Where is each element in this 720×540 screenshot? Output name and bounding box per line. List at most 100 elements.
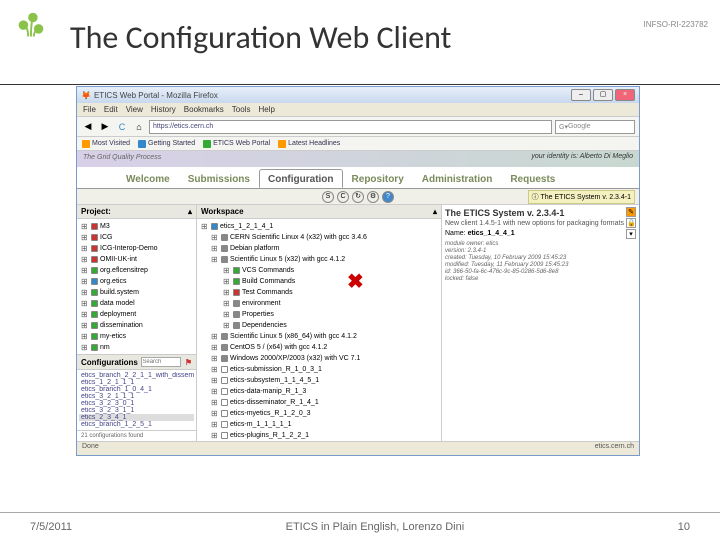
project-item[interactable]: ⊞dissemination (79, 320, 194, 331)
tab-administration[interactable]: Administration (413, 169, 502, 188)
workspace-item[interactable]: ⊞Debian platform (199, 243, 439, 254)
workspace-item[interactable]: ⊞Windows 2000/XP/2003 (x32) with VC 7.1 (199, 353, 439, 364)
logo (12, 8, 50, 46)
home-icon[interactable]: ⌂ (132, 120, 146, 134)
tool-c-icon[interactable]: C (337, 191, 349, 203)
workspace-item[interactable]: ⊞etics-plugins_R_1_2_2_1 (199, 430, 439, 441)
project-item[interactable]: ⊞build.system (79, 287, 194, 298)
workspace-item[interactable]: ⊞Dependencies (199, 320, 439, 331)
bookmark-headlines[interactable]: Latest Headlines (278, 140, 340, 148)
slide-date: 7/5/2011 (30, 521, 72, 533)
project-item[interactable]: ⊞M3 (79, 221, 194, 232)
bookmark-most-visited[interactable]: Most Visited (82, 140, 130, 148)
edit-icon[interactable]: ✎ (626, 207, 636, 217)
window-title: ETICS Web Portal - Mozilla Firefox (94, 91, 218, 100)
detail-meta-row: locked: false (445, 276, 636, 282)
detail-subtitle: New client 1.4.5-1 with new options for … (445, 220, 636, 227)
tab-configuration[interactable]: Configuration (259, 169, 343, 188)
config-item[interactable]: etics_2_3_4_1 (79, 414, 194, 421)
reload-icon[interactable]: C (115, 120, 129, 134)
project-item[interactable]: ⊞ICG-Interop-Demo (79, 243, 194, 254)
maximize-button[interactable]: ▢ (593, 89, 613, 101)
status-right: etics.cern.ch (595, 443, 634, 454)
workspace-item[interactable]: ⊞environment (199, 298, 439, 309)
config-item[interactable]: etics_3_2_1_1_1 (79, 393, 194, 400)
project-item[interactable]: ⊞ICG (79, 232, 194, 243)
tool-gear-icon[interactable]: ⚙ (367, 191, 379, 203)
left-panel: Project:▴ ⊞M3⊞ICG⊞ICG-Interop-Demo⊞OMII-… (77, 205, 197, 441)
config-item[interactable]: etics_3_2_3_0_1 (79, 400, 194, 407)
config-search-input[interactable] (141, 357, 181, 367)
workspace-item[interactable]: ⊞etics_1_2_1_4_1 (199, 221, 439, 232)
menu-bookmarks[interactable]: Bookmarks (184, 105, 224, 114)
workspace-item[interactable]: ⊞etics-data-manip_R_1_3 (199, 386, 439, 397)
config-filter-icon[interactable]: ⚑ (185, 358, 192, 367)
workspace-item[interactable]: ⊞Test Commands (199, 287, 439, 298)
panel-collapse-icon[interactable]: ▴ (433, 207, 437, 216)
tab-requests[interactable]: Requests (501, 169, 564, 188)
workspace-item[interactable]: ⊞CentOS 5 / (x64) with gcc 4.1.2 (199, 342, 439, 353)
config-item[interactable]: etics_1_2_1_1_1 (79, 379, 194, 386)
back-icon[interactable]: ◀ (81, 120, 95, 134)
tab-submissions[interactable]: Submissions (179, 169, 259, 188)
detail-title: The ETICS System v. 2.3.4-1 (445, 208, 636, 218)
workspace-item[interactable]: ⊞etics-submission_R_1_0_3_1 (199, 364, 439, 375)
workspace-tree[interactable]: ✖ ⊞etics_1_2_1_4_1⊞CERN Scientific Linux… (197, 219, 441, 441)
menu-view[interactable]: View (126, 105, 143, 114)
panel-collapse-icon[interactable]: ▴ (188, 207, 192, 216)
close-button[interactable]: × (615, 89, 635, 101)
url-input[interactable]: https://etics.cern.ch (149, 120, 552, 134)
tool-s-icon[interactable]: S (322, 191, 334, 203)
project-item[interactable]: ⊞org.eflcensitrep (79, 265, 194, 276)
tab-welcome[interactable]: Welcome (117, 169, 179, 188)
config-item[interactable]: etics_branch_2_2_1_1_with_disseminator (79, 372, 194, 379)
browser-window: 🦊ETICS Web Portal - Mozilla Firefox – ▢ … (76, 86, 640, 456)
project-item[interactable]: ⊞org.etics (79, 276, 194, 287)
menu-edit[interactable]: Edit (104, 105, 118, 114)
tool-help-icon[interactable]: ? (382, 191, 394, 203)
workspace-item[interactable]: ⊞etics-m_1_1_1_1_1 (199, 419, 439, 430)
slide-page-number: 10 (678, 521, 690, 533)
forward-icon[interactable]: ▶ (98, 120, 112, 134)
project-item[interactable]: ⊞data model (79, 298, 194, 309)
config-item[interactable]: etics_3_2_3_1_1 (79, 407, 194, 414)
project-item[interactable]: ⊞deployment (79, 309, 194, 320)
menubar: File Edit View History Bookmarks Tools H… (77, 103, 639, 117)
workspace-item[interactable]: ⊞Properties (199, 309, 439, 320)
workspace-item[interactable]: ⊞VCS Commands (199, 265, 439, 276)
menu-tools[interactable]: Tools (232, 105, 251, 114)
detail-meta-row: modified: Tuesday, 11 February 2009 15:4… (445, 262, 636, 268)
menu-file[interactable]: File (83, 105, 96, 114)
workspace-item[interactable]: ⊞Scientific Linux 5 (x86_64) with gcc 4.… (199, 331, 439, 342)
project-header: Project:▴ (77, 205, 196, 219)
project-item[interactable]: ⊞nm (79, 342, 194, 353)
bookmark-etics-portal[interactable]: ETICS Web Portal (203, 140, 270, 148)
workspace-item[interactable]: ⊞CERN Scientific Linux 4 (x32) with gcc … (199, 232, 439, 243)
workspace-item[interactable]: ⊞etics-myetics_R_1_2_0_3 (199, 408, 439, 419)
project-item[interactable]: ⊞OMII-UK-int (79, 254, 194, 265)
bookmark-getting-started[interactable]: Getting Started (138, 140, 195, 148)
minimize-button[interactable]: – (571, 89, 591, 101)
workspace-item[interactable]: ⊞Scientific Linux 5 (x32) with gcc 4.1.2 (199, 254, 439, 265)
config-item[interactable]: etics_branch_1_2_5_1 (79, 421, 194, 428)
config-item[interactable]: etics_branch_1_0_4_1 (79, 386, 194, 393)
tab-repository[interactable]: Repository (343, 169, 413, 188)
detail-side-icons: ✎ 🔒 ▾ (626, 207, 636, 239)
search-input[interactable]: G▾ Google (555, 120, 635, 134)
config-list[interactable]: etics_branch_2_2_1_1_with_disseminatoret… (77, 370, 196, 430)
workspace-item[interactable]: ⊞etics-disseminator_R_1_4_1 (199, 397, 439, 408)
workspace-item[interactable]: ⊞etics-subsystem_1_1_4_5_1 (199, 375, 439, 386)
secondary-toolbar: S C ↻ ⚙ ? ⓘ The ETICS System v. 2.3.4-1 (77, 189, 639, 205)
tool-refresh-icon[interactable]: ↻ (352, 191, 364, 203)
menu-help[interactable]: Help (258, 105, 274, 114)
lock-icon[interactable]: 🔒 (626, 218, 636, 228)
workspace-header: Workspace▴ (197, 205, 441, 219)
workspace-item[interactable]: ⊞Build Commands (199, 276, 439, 287)
identity-label: your identity is: Alberto Di Meglio (531, 153, 633, 160)
bookmarks-bar: Most Visited Getting Started ETICS Web P… (77, 137, 639, 151)
menu-history[interactable]: History (151, 105, 176, 114)
fold-icon[interactable]: ▾ (626, 229, 636, 239)
slide-footer: 7/5/2011 ETICS in Plain English, Lorenzo… (0, 512, 720, 540)
project-tree[interactable]: ⊞M3⊞ICG⊞ICG-Interop-Demo⊞OMII-UK-int⊞org… (77, 219, 196, 354)
project-item[interactable]: ⊞my-etics (79, 331, 194, 342)
